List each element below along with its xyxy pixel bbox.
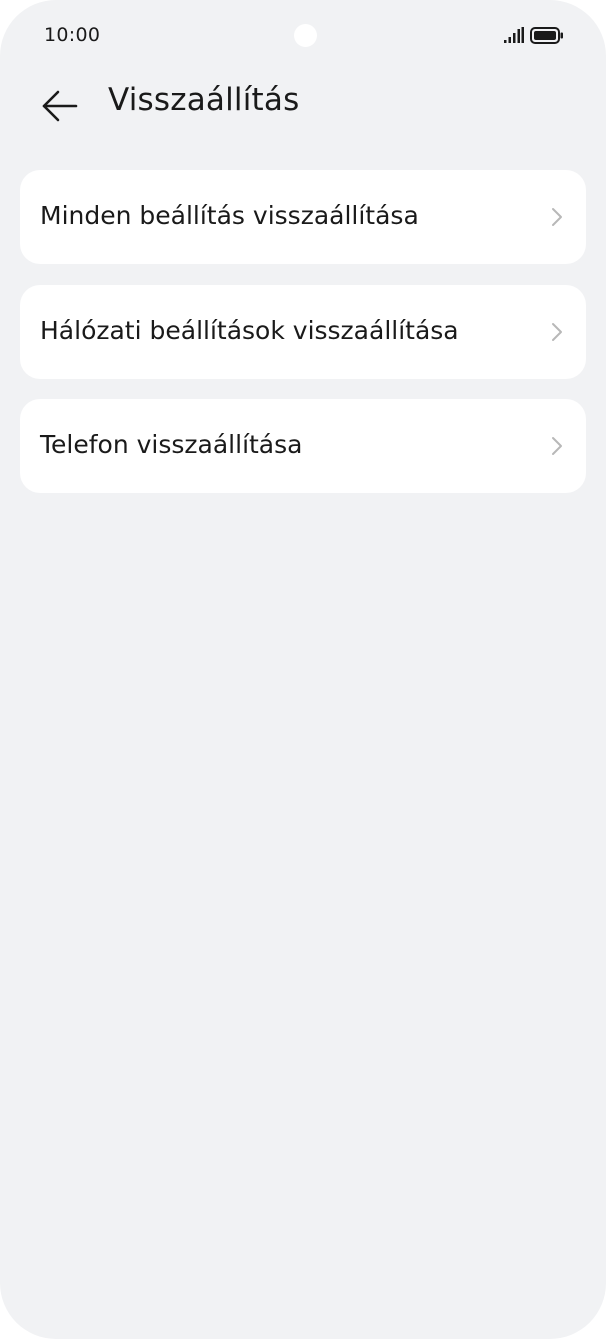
status-time: 10:00 — [44, 24, 101, 46]
camera-cutout — [294, 24, 317, 47]
reset-network-settings-label: Hálózati beállítások visszaállítása — [40, 316, 459, 345]
chevron-right-icon — [552, 208, 562, 226]
reset-all-settings-item[interactable]: Minden beállítás visszaállítása — [20, 170, 586, 264]
back-button[interactable] — [34, 80, 86, 132]
reset-phone-item[interactable]: Telefon visszaállítása — [20, 399, 586, 493]
arrow-left-icon — [42, 90, 78, 122]
page-title: Visszaállítás — [108, 82, 300, 118]
reset-network-settings-item[interactable]: Hálózati beállítások visszaállítása — [20, 285, 586, 379]
reset-phone-label: Telefon visszaállítása — [40, 430, 303, 459]
status-bar: 10:00 — [0, 0, 606, 72]
chevron-right-icon — [552, 323, 562, 341]
chevron-right-icon — [552, 437, 562, 455]
phone-screen: 10:00 Visszaállítás Minden beállítás vis… — [0, 0, 606, 1339]
signal-icon — [504, 27, 524, 43]
reset-all-settings-label: Minden beállítás visszaállítása — [40, 201, 419, 230]
battery-icon — [530, 27, 563, 44]
page-header: Visszaállítás — [0, 72, 606, 136]
